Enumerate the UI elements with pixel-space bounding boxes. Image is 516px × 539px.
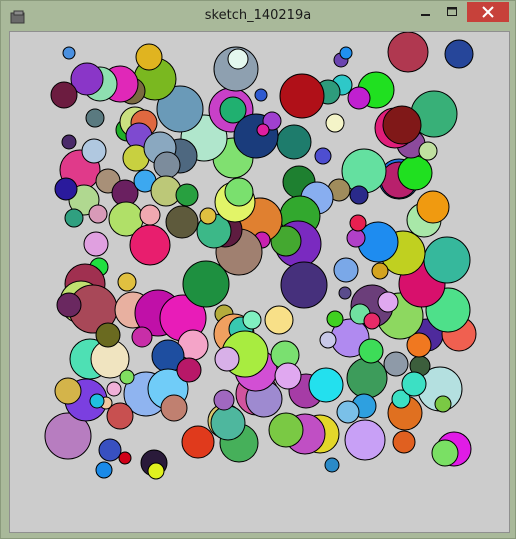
circle-11 <box>308 367 344 403</box>
circle-23 <box>431 439 459 467</box>
circle-15 <box>344 419 386 461</box>
circle-131 <box>56 292 82 318</box>
circle-92 <box>254 88 268 102</box>
circle-174 <box>401 371 427 397</box>
circle-58 <box>347 86 371 110</box>
circle-121 <box>139 204 161 226</box>
circle-66 <box>276 124 312 160</box>
circle-36 <box>423 236 471 284</box>
circle-61 <box>339 46 353 60</box>
circle-89 <box>227 48 249 70</box>
circle-63 <box>314 147 332 165</box>
circle-49 <box>349 185 369 205</box>
circle-123 <box>199 207 217 225</box>
circle-157 <box>147 462 165 480</box>
circles-drawing <box>44 32 477 480</box>
circle-72 <box>280 261 328 309</box>
close-button[interactable] <box>467 2 509 22</box>
sketch-canvas[interactable] <box>9 31 510 533</box>
circle-93 <box>256 123 270 137</box>
circle-176 <box>324 457 340 473</box>
circle-132 <box>117 272 137 292</box>
app-window: sketch_140219a <box>0 0 516 539</box>
circle-39 <box>371 262 389 280</box>
circle-120 <box>165 205 199 239</box>
circle-151 <box>160 394 188 422</box>
circle-81 <box>224 177 254 207</box>
circle-102 <box>85 108 105 128</box>
circle-21 <box>434 395 452 413</box>
circle-24 <box>383 351 409 377</box>
circle-146 <box>214 346 240 372</box>
circle-16 <box>346 357 388 399</box>
maximize-button[interactable] <box>439 2 465 22</box>
circle-164 <box>119 369 135 385</box>
circle-172 <box>377 291 399 313</box>
circle-171 <box>336 400 360 424</box>
circle-161 <box>106 381 122 397</box>
circle-19 <box>392 430 416 454</box>
minimize-button[interactable] <box>413 2 439 22</box>
circle-173 <box>363 312 381 330</box>
circle-170 <box>319 331 337 349</box>
circle-56 <box>444 39 474 69</box>
circle-33 <box>358 338 384 364</box>
circle-168 <box>349 214 367 232</box>
circle-41 <box>346 228 366 248</box>
circle-137 <box>182 260 230 308</box>
circle-14 <box>268 412 304 448</box>
circle-100 <box>50 81 78 109</box>
circle-126 <box>83 231 109 257</box>
circle-114 <box>54 177 78 201</box>
circle-125 <box>64 208 84 228</box>
circle-124 <box>88 204 108 224</box>
minimize-icon <box>421 14 430 16</box>
circle-6 <box>210 405 246 441</box>
circle-163 <box>89 393 105 409</box>
circle-153 <box>98 438 122 462</box>
title-bar[interactable]: sketch_140219a <box>1 1 515 31</box>
circle-46 <box>397 155 433 191</box>
circle-95 <box>135 43 163 71</box>
circle-150 <box>176 357 202 383</box>
circle-110 <box>61 134 77 150</box>
circle-62 <box>325 113 345 133</box>
circle-73 <box>326 310 344 328</box>
circle-143 <box>264 305 294 335</box>
circle-147 <box>213 389 235 411</box>
circle-57 <box>418 141 438 161</box>
circle-154 <box>95 461 113 479</box>
circle-43 <box>416 190 450 224</box>
circle-175 <box>338 286 352 300</box>
circle-40 <box>333 257 359 283</box>
circle-145 <box>274 362 302 390</box>
circle-119 <box>175 183 199 207</box>
circle-109 <box>153 151 181 179</box>
circle-65 <box>279 73 325 119</box>
circle-165 <box>95 322 121 348</box>
circle-122 <box>129 224 171 266</box>
circle-167 <box>81 138 107 164</box>
circle-158 <box>54 377 82 405</box>
circle-101 <box>62 46 76 60</box>
circle-55 <box>387 32 429 73</box>
circle-53 <box>382 105 422 145</box>
close-icon <box>482 6 494 18</box>
maximize-icon <box>447 7 457 16</box>
circle-141 <box>242 310 262 330</box>
circle-155 <box>118 451 132 465</box>
circle-166 <box>131 326 153 348</box>
circle-3 <box>181 425 215 459</box>
